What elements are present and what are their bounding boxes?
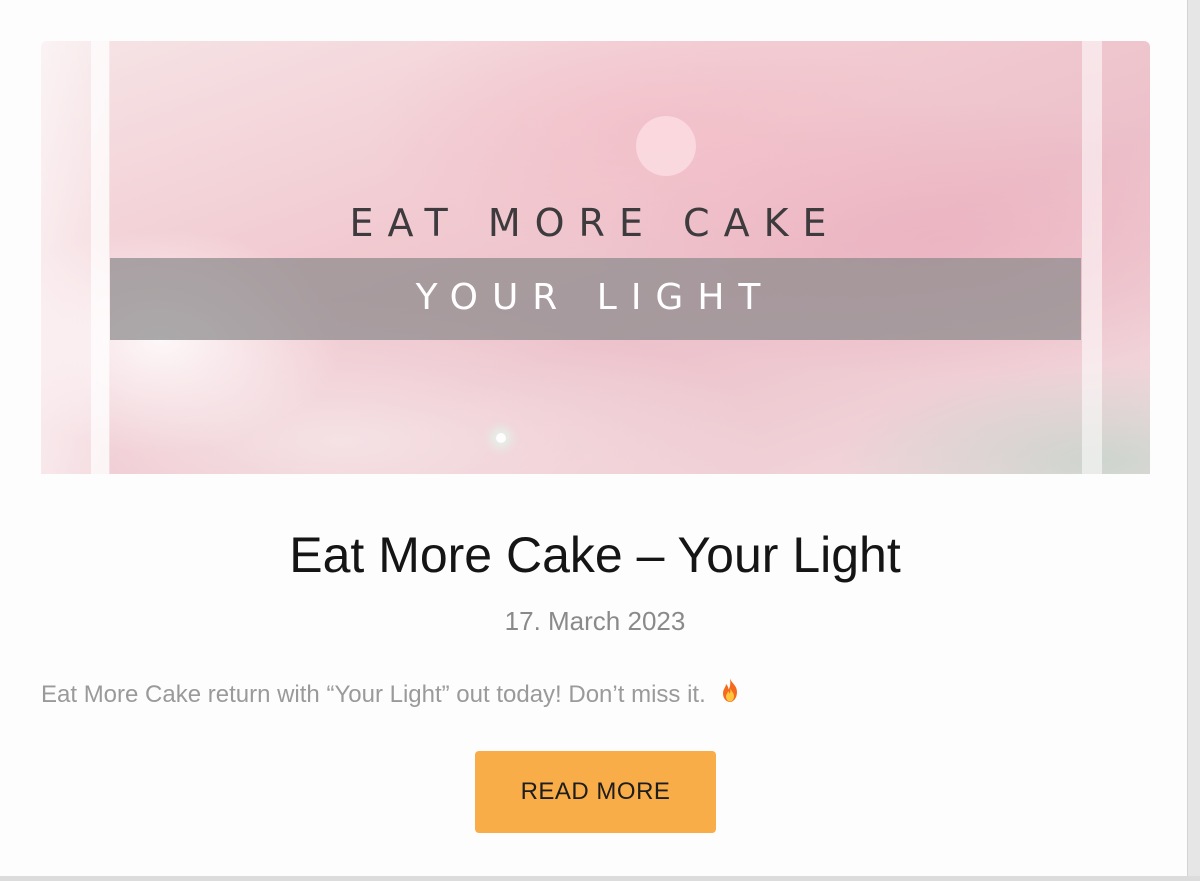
image-lens-flare — [496, 433, 506, 443]
blog-post-card: EAT MORE CAKE YOUR LIGHT Eat More Cake –… — [0, 0, 1200, 881]
scrollbar-track[interactable] — [1187, 0, 1200, 881]
image-bokeh-glow — [636, 116, 696, 176]
image-text-title: YOUR LIGHT — [415, 277, 775, 318]
post-excerpt-text: Eat More Cake return with “Your Light” o… — [41, 681, 706, 708]
post-excerpt: Eat More Cake return with “Your Light” o… — [41, 676, 744, 713]
featured-image[interactable]: EAT MORE CAKE YOUR LIGHT — [41, 41, 1150, 474]
read-more-button[interactable]: READ MORE — [475, 751, 716, 833]
post-date: 17. March 2023 — [504, 606, 686, 636]
image-light-line-left — [91, 41, 109, 474]
image-light-strip-right — [1082, 41, 1102, 474]
image-text-artist: EAT MORE CAKE — [349, 201, 841, 245]
post-title[interactable]: Eat More Cake – Your Light — [0, 522, 1190, 588]
fire-icon — [716, 676, 744, 713]
bottom-divider — [0, 876, 1200, 881]
